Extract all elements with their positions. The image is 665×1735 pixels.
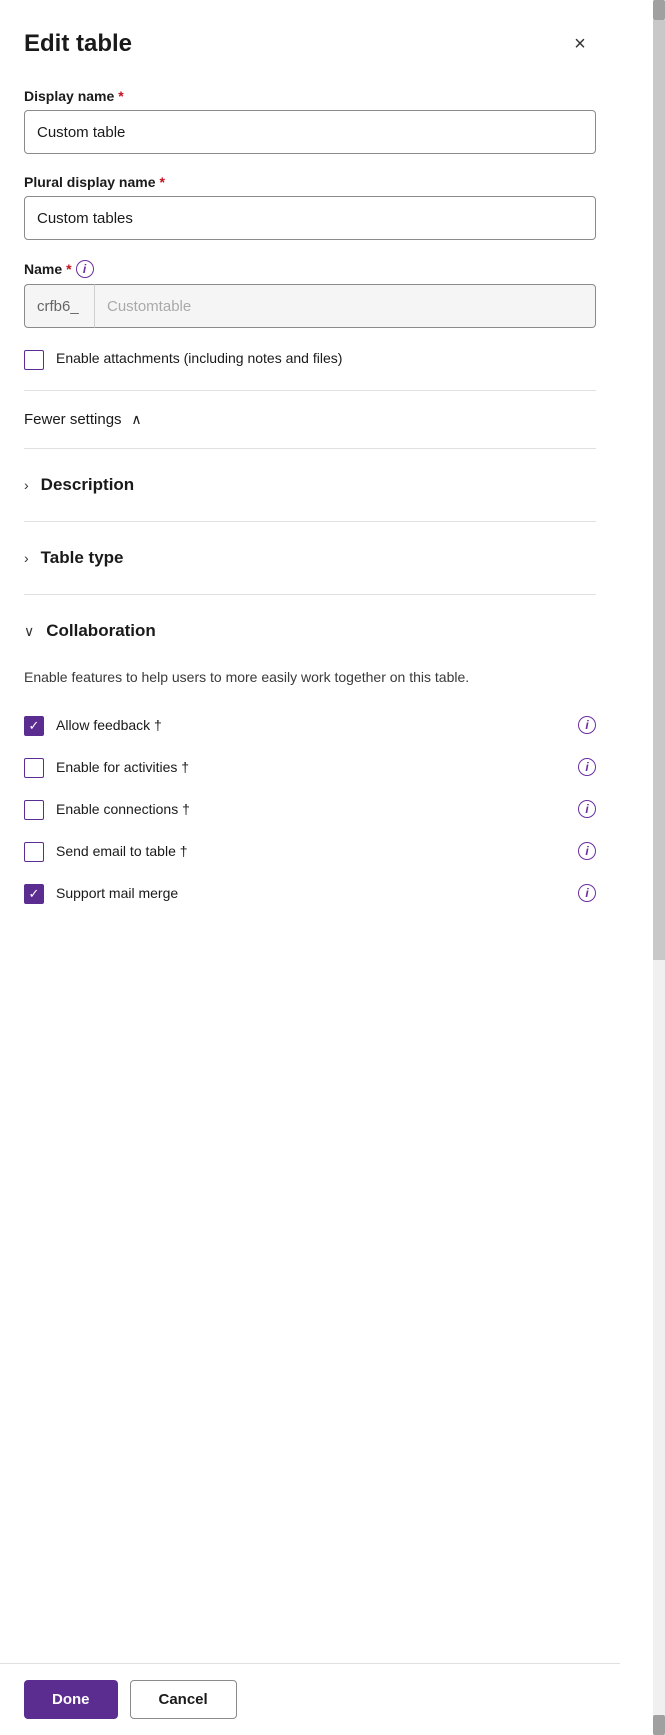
name-field-row: crfb6_	[24, 284, 596, 328]
enable-connections-info-icon[interactable]: i	[578, 800, 596, 818]
close-button[interactable]: ×	[564, 28, 596, 60]
scrollbar-track	[653, 20, 665, 960]
collaboration-chevron-icon: ∨	[24, 623, 34, 640]
support-mail-merge-row: Support mail merge i	[24, 872, 596, 914]
send-email-row: Send email to table † i	[24, 830, 596, 872]
divider-3	[24, 521, 596, 522]
collaboration-description: Enable features to help users to more ea…	[24, 667, 596, 688]
table-type-section-title: Table type	[41, 548, 124, 568]
plural-display-name-input[interactable]	[24, 196, 596, 240]
enable-activities-info-icon[interactable]: i	[578, 758, 596, 776]
page-title: Edit table	[24, 30, 132, 58]
description-section-title: Description	[41, 475, 135, 495]
fewer-settings-chevron-icon: ∧	[130, 413, 144, 427]
collaboration-section-row[interactable]: ∨ Collaboration	[24, 603, 596, 659]
enable-activities-label: Enable for activities †	[56, 759, 189, 775]
divider-2	[24, 448, 596, 449]
name-label: Name * i	[24, 260, 596, 278]
support-mail-merge-info-icon[interactable]: i	[578, 884, 596, 902]
plural-display-name-required: *	[160, 174, 165, 190]
enable-connections-left: Enable connections †	[24, 798, 190, 820]
enable-activities-checkbox[interactable]	[24, 758, 44, 778]
plural-display-name-field-group: Plural display name *	[24, 174, 596, 240]
display-name-input[interactable]	[24, 110, 596, 154]
collaboration-section-title: Collaboration	[46, 621, 156, 641]
enable-attachments-label: Enable attachments (including notes and …	[56, 348, 342, 369]
scrollbar-thumb-top[interactable]	[653, 0, 665, 20]
send-email-left: Send email to table †	[24, 840, 188, 862]
plural-display-name-label: Plural display name *	[24, 174, 596, 190]
enable-activities-left: Enable for activities †	[24, 756, 189, 778]
support-mail-merge-checkbox[interactable]	[24, 884, 44, 904]
description-section-row[interactable]: › Description	[24, 457, 596, 513]
scrollbar[interactable]	[653, 0, 665, 1735]
name-input[interactable]	[94, 284, 596, 328]
allow-feedback-left: Allow feedback †	[24, 714, 162, 736]
send-email-info-icon[interactable]: i	[578, 842, 596, 860]
name-info-icon[interactable]: i	[76, 260, 94, 278]
name-prefix: crfb6_	[24, 284, 94, 328]
allow-feedback-info-icon[interactable]: i	[578, 716, 596, 734]
cancel-button[interactable]: Cancel	[130, 1680, 237, 1719]
name-field-group: Name * i crfb6_	[24, 260, 596, 328]
send-email-label: Send email to table †	[56, 843, 188, 859]
footer: Done Cancel	[0, 1663, 620, 1735]
allow-feedback-label: Allow feedback †	[56, 717, 162, 733]
table-type-section-row[interactable]: › Table type	[24, 530, 596, 586]
display-name-required: *	[118, 88, 123, 104]
display-name-label: Display name *	[24, 88, 596, 104]
name-required: *	[66, 261, 71, 277]
fewer-settings-button[interactable]: Fewer settings ∧	[24, 399, 144, 440]
divider-1	[24, 390, 596, 391]
table-type-chevron-icon: ›	[24, 550, 29, 566]
allow-feedback-row: Allow feedback † i	[24, 704, 596, 746]
scrollbar-thumb-bottom[interactable]	[653, 1715, 665, 1735]
enable-attachments-row[interactable]: Enable attachments (including notes and …	[24, 348, 596, 370]
enable-activities-row: Enable for activities † i	[24, 746, 596, 788]
enable-connections-label: Enable connections †	[56, 801, 190, 817]
done-button[interactable]: Done	[24, 1680, 118, 1719]
dialog-header: Edit table ×	[24, 28, 596, 60]
send-email-checkbox[interactable]	[24, 842, 44, 862]
enable-connections-row: Enable connections † i	[24, 788, 596, 830]
display-name-field-group: Display name *	[24, 88, 596, 154]
allow-feedback-checkbox[interactable]	[24, 716, 44, 736]
enable-connections-checkbox[interactable]	[24, 800, 44, 820]
support-mail-merge-left: Support mail merge	[24, 882, 178, 904]
enable-attachments-checkbox[interactable]	[24, 350, 44, 370]
support-mail-merge-label: Support mail merge	[56, 885, 178, 901]
description-chevron-icon: ›	[24, 477, 29, 493]
divider-4	[24, 594, 596, 595]
